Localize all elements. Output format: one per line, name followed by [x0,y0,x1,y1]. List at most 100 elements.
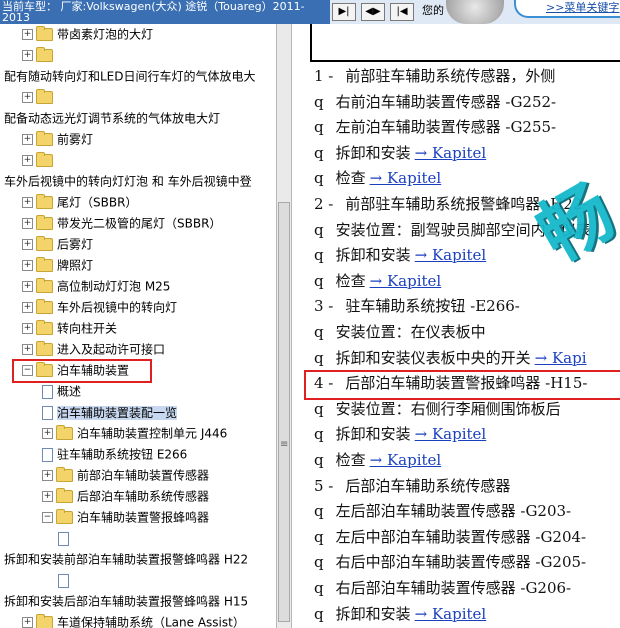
part-detail: q 检查 → Kapitel [314,269,441,293]
expand-icon[interactable]: + [22,197,33,208]
part-detail: q 左后部泊车辅助装置传感器 -G203- [314,499,571,523]
expand-icon[interactable]: + [22,29,33,40]
tree-item[interactable] [58,529,73,547]
context-label: 您的 [422,4,444,17]
tree-scrollbar[interactable]: ≡ [276,24,292,628]
tree-item[interactable]: + 带卤素灯泡的大灯 [22,25,153,43]
tree-item[interactable]: 配有随动转向灯和LED日间行车灯的气体放电大 [4,67,256,85]
tree-item-label: 尾灯（SBBR） [57,195,138,210]
tree-item-label: 概述 [57,384,82,399]
tree-item[interactable]: + 转向柱开关 [22,319,117,337]
kapitel-link[interactable]: → Kapitel [415,144,487,162]
tree-item-label: 高位制动灯灯泡 M25 [57,279,171,294]
bullet-icon: q [314,527,324,546]
part-text: 拆卸和安装 [335,604,411,623]
part-detail: q 安装位置：右侧行李厢侧围饰板后 [314,397,561,421]
tree-item[interactable]: + [22,151,57,169]
tree-item[interactable]: + 进入及起动许可接口 [22,340,165,358]
part-text: 拆卸和安装仪表板中央的开关 [335,348,531,367]
expand-icon[interactable]: + [22,239,33,250]
expand-icon[interactable]: + [22,155,33,166]
expand-icon[interactable]: + [22,617,33,628]
expand-icon[interactable]: + [22,302,33,313]
tree-item[interactable]: + 尾灯（SBBR） [22,193,137,211]
bullet-icon: q [314,92,324,111]
tree-item[interactable]: 拆卸和安装前部泊车辅助装置报警蜂鸣器 H22 [4,550,248,568]
tree-item[interactable]: 泊车辅助装置装配一览 [42,403,178,421]
tree-item-label: 进入及起动许可接口 [57,342,166,357]
expand-icon[interactable]: + [22,50,33,61]
tree-item[interactable]: + 后雾灯 [22,235,93,253]
part-number: 5 - [314,476,334,495]
kapitel-link[interactable]: → Kapitel [370,169,442,187]
part-detail: q 左后中部泊车辅助装置传感器 -G204- [314,525,586,549]
part-text: 安装位置：在仪表板中 [335,323,486,341]
tree-item[interactable]: 拆卸和安装后部泊车辅助装置报警蜂鸣器 H15 [4,592,248,610]
tree-item-label: 拆卸和安装前部泊车辅助装置报警蜂鸣器 H22 [4,552,249,567]
tree-item[interactable]: 概述 [42,382,81,400]
part-detail: q 拆卸和安装 → Kapitel [314,422,486,446]
tree-item[interactable]: + 后部泊车辅助系统传感器 [42,487,209,505]
menu-keyword-link[interactable]: >>菜单关键字 [514,0,620,18]
expand-icon[interactable]: + [42,491,53,502]
tree-item[interactable]: + 前部泊车辅助装置传感器 [42,466,209,484]
expand-icon[interactable]: + [22,134,33,145]
expand-icon[interactable]: + [22,260,33,271]
part-text: 检查 [335,271,366,290]
expand-icon[interactable]: + [22,218,33,229]
first-page-button[interactable]: ▶| [332,3,356,21]
part-text: 拆卸和安装 [335,425,411,444]
tree-item[interactable] [58,571,73,589]
part-text: 前部驻车辅助系统传感器，外侧 [345,67,556,85]
tree-item[interactable]: + 车外后视镜中的转向灯 [22,298,177,316]
tree-item[interactable]: + 前雾灯 [22,130,93,148]
tree-item[interactable]: − 泊车辅助装置警报蜂鸣器 [42,508,209,526]
illustration-frame [310,24,620,62]
part-detail: q 右前泊车辅助装置传感器 -G252- [314,90,556,114]
kapitel-link[interactable]: → Kapitel [415,425,487,443]
kapitel-link[interactable]: → Kapitel [415,605,487,623]
tree-item-label: 泊车辅助装置装配一览 [57,405,178,420]
kapitel-link[interactable]: → Kapi [535,349,587,367]
folder-icon [36,194,53,209]
bullet-icon: q [314,271,324,290]
expand-icon[interactable]: + [22,92,33,103]
tree-item[interactable]: + [22,46,57,64]
tree-item[interactable]: + 车道保持辅助系统（Lane Assist） [22,613,245,628]
expand-icon[interactable]: + [22,344,33,355]
tree-item-label: 拆卸和安装后部泊车辅助装置报警蜂鸣器 H15 [4,594,249,609]
tree-item[interactable]: + 泊车辅助装置控制单元 J446 [42,424,227,442]
kapitel-link[interactable]: → Kapitel [370,451,442,469]
kapitel-link[interactable]: → Kapitel [415,246,487,264]
part-number: 3 - [314,297,334,316]
collapse-icon[interactable]: − [42,512,53,523]
tree-item-label: 驻车辅助系统按钮 E266 [57,447,188,462]
part-text: 拆卸和安装 [335,246,411,265]
tree-item[interactable]: + [22,88,57,106]
tree-item[interactable]: + 牌照灯 [22,256,93,274]
expand-icon[interactable]: + [42,470,53,481]
folder-icon [36,278,53,293]
tree-item[interactable]: + 带发光二极管的尾灯（SBBR） [22,214,221,232]
folder-icon [36,47,53,62]
part-text: 拆卸和安装 [335,143,411,162]
prev-next-button[interactable]: ◀▶ [361,3,385,21]
bullet-icon: q [314,502,324,521]
part-detail: q 检查 → Kapitel [314,448,441,472]
expand-icon[interactable]: + [42,428,53,439]
folder-icon [56,488,73,503]
part-detail: q 拆卸和安装仪表板中央的开关 → Kapi [314,346,587,370]
expand-icon[interactable]: + [22,323,33,334]
tree-item[interactable]: 配备动态远光灯调节系统的气体放电大灯 [4,109,220,127]
tree-item[interactable]: 驻车辅助系统按钮 E266 [42,445,187,463]
part-detail: q 拆卸和安装 → Kapitel [314,243,486,267]
part-heading: 5 - 后部泊车辅助系统传感器 [314,474,510,498]
scrollbar-thumb[interactable] [278,202,290,622]
last-page-button[interactable]: |◀ [390,3,414,21]
expand-icon[interactable]: + [22,281,33,292]
kapitel-link[interactable]: → Kapitel [370,272,442,290]
tree-item[interactable]: 车外后视镜中的转向灯灯泡 和 车外后视镜中登 [4,172,252,190]
document-icon [58,531,69,546]
tree-item[interactable]: + 高位制动灯灯泡 M25 [22,277,170,295]
folder-icon [36,320,53,335]
